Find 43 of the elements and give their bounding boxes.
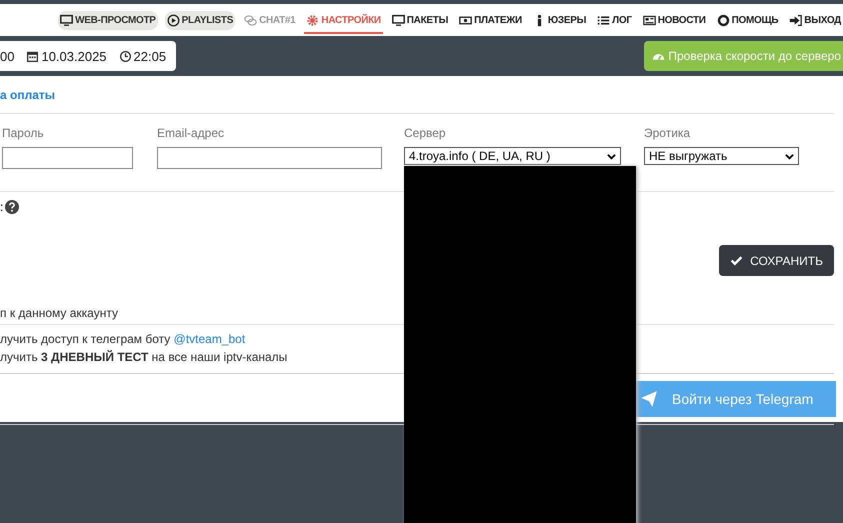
- input-field[interactable]: [2, 147, 133, 169]
- field-label: Пароль: [2, 126, 45, 140]
- payment-link[interactable]: а оплаты: [0, 88, 56, 102]
- nav-tab[interactable]: PLAYLISTS: [164, 10, 236, 30]
- nav-tab[interactable]: ПОМОЩЬ: [714, 10, 780, 30]
- field-label: Эротика: [644, 126, 692, 140]
- calendar-icon: [26, 50, 40, 62]
- chevron-icon: [785, 152, 794, 160]
- check-icon: [730, 254, 744, 267]
- telegram-text: лучить 3 ДНЕВНЫЙ ТЕСТ на все наши iptv-каналы: [0, 350, 288, 364]
- date-text: 10.03.2025: [41, 48, 107, 64]
- help-icon: [5, 200, 20, 214]
- time-text: 22:05: [134, 48, 166, 64]
- money-icon: [459, 14, 472, 26]
- nav-tab[interactable]: НАСТРОЙКИ: [304, 10, 383, 34]
- monitor-icon: [392, 14, 405, 26]
- monitor-icon: [60, 14, 74, 26]
- help-label: :: [0, 200, 4, 214]
- play-icon: [166, 14, 180, 26]
- input-field[interactable]: [157, 147, 382, 169]
- clock-icon: [118, 50, 132, 62]
- exit-icon: [789, 14, 802, 26]
- nav-tab[interactable]: ВЫХОД: [787, 10, 843, 30]
- telegram-text: лучить доступ к телеграм боту @tvteam_bot: [0, 332, 246, 346]
- paper-plane-icon: [640, 390, 658, 408]
- nav-tab[interactable]: ПЛАТЕЖИ: [457, 10, 524, 30]
- field-label: Email-адрес: [157, 126, 226, 140]
- field-label: Сервер: [404, 126, 447, 140]
- balance-text: 00: [0, 48, 14, 64]
- news-icon: [642, 14, 656, 26]
- dropdown-field[interactable]: НЕ выгружать: [644, 147, 799, 165]
- list-icon: [597, 14, 610, 26]
- chat-icon: [244, 14, 258, 26]
- nav-tab[interactable]: НОВОСТИ: [640, 10, 708, 30]
- nav-tab[interactable]: WEB-ПРОСМОТР: [58, 10, 158, 30]
- account-text: п к данному аккаунту: [0, 306, 834, 325]
- nav-tab[interactable]: ПАКЕТЫ: [390, 10, 450, 30]
- save-button[interactable]: СОХРАНИТЬ: [719, 245, 834, 276]
- chevron-icon: [607, 152, 616, 160]
- dropdown-field[interactable]: 4.troya.info ( DE, UA, RU ): [404, 147, 621, 165]
- nav-tab[interactable]: ЮЗЕРЫ: [530, 10, 588, 30]
- nav-tab[interactable]: ЛОГ: [595, 10, 634, 30]
- bot-link[interactable]: @tvteam_bot: [174, 332, 246, 346]
